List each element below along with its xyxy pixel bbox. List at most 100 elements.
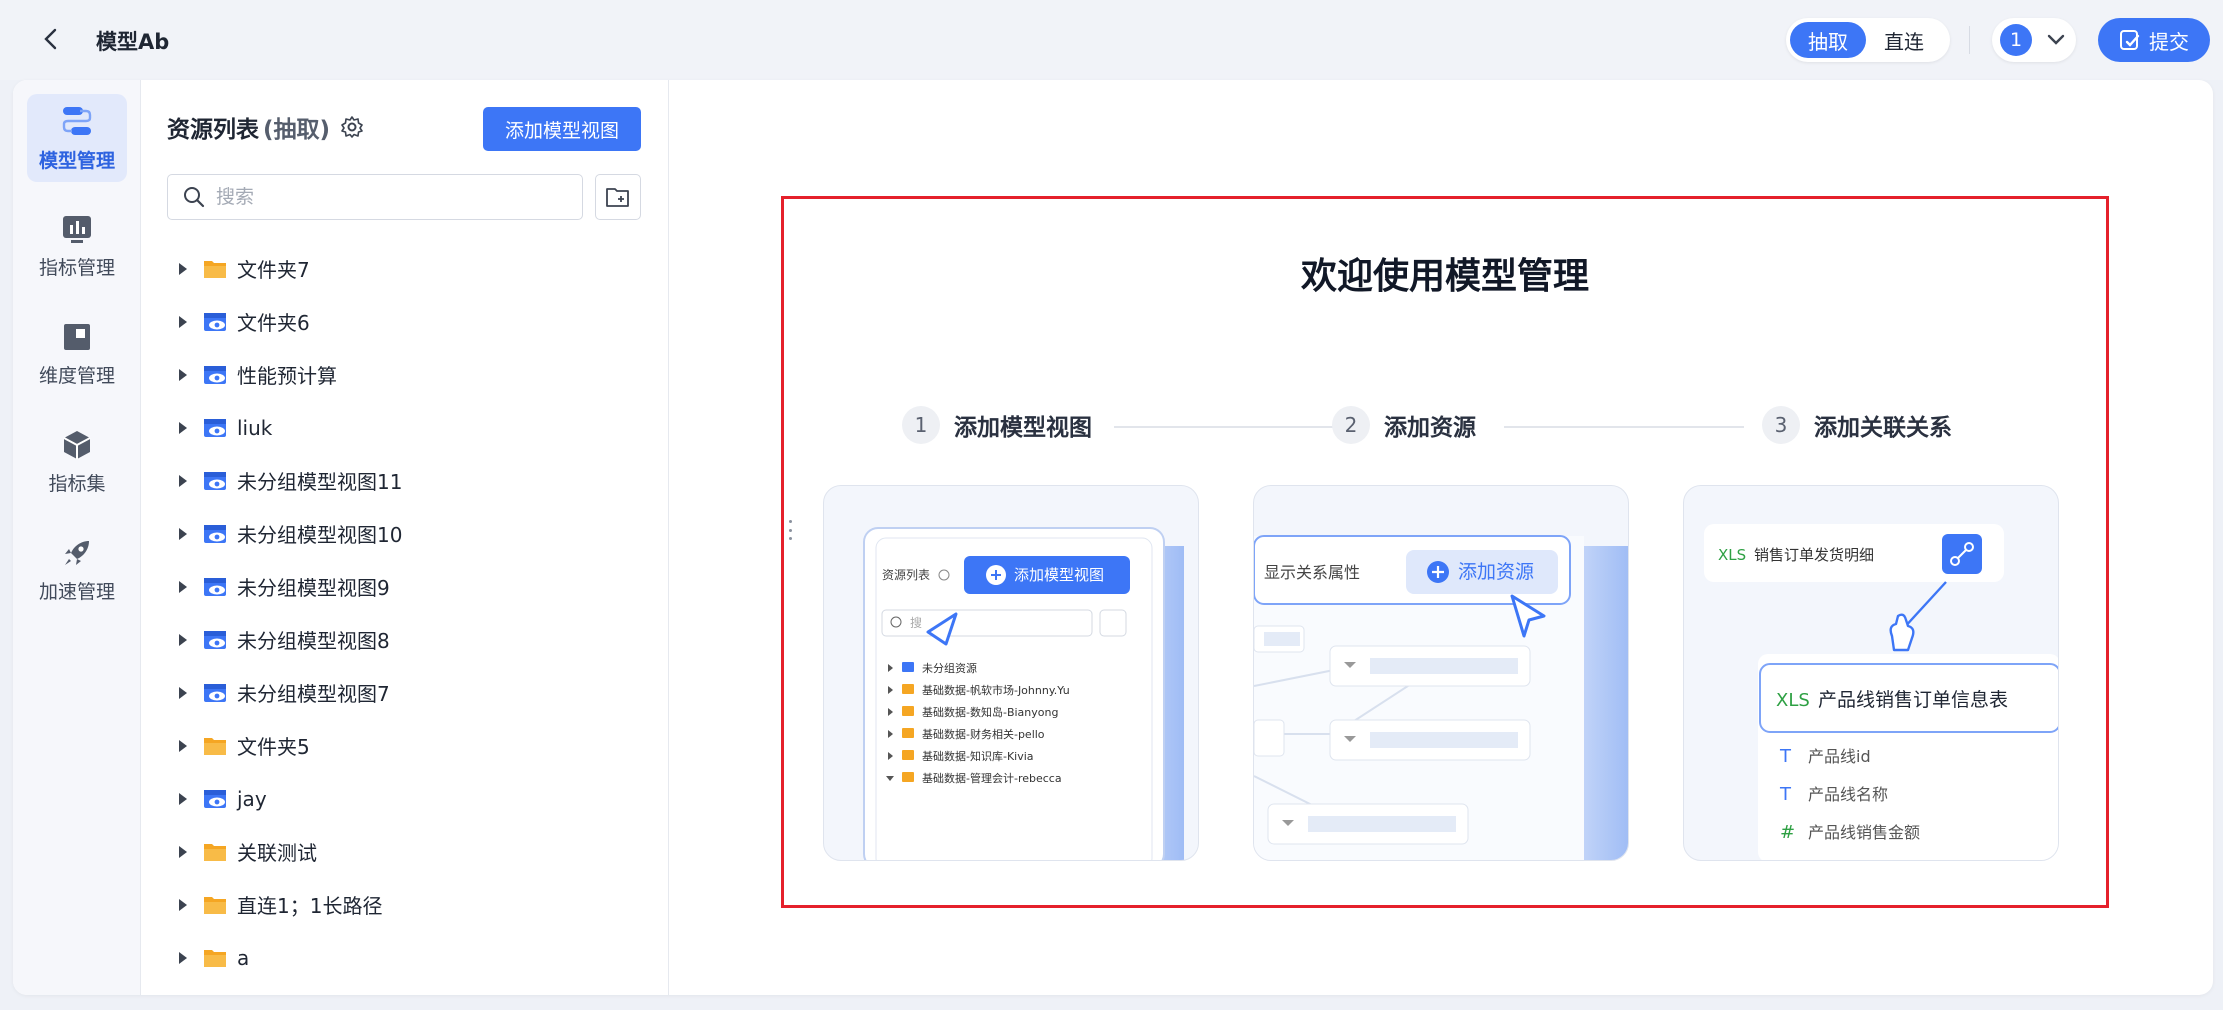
svg-text:未分组资源: 未分组资源 <box>922 661 977 675</box>
tree-item[interactable]: 未分组模型视图10 <box>179 507 639 560</box>
model-view-icon <box>204 577 226 596</box>
nav-item-dimension[interactable]: 维度管理 <box>27 310 127 398</box>
card3-small-table: 销售订单发货明细 <box>1754 546 1874 564</box>
tree-item[interactable]: 性能预计算 <box>179 348 639 401</box>
expand-caret-icon[interactable] <box>179 368 187 381</box>
expand-caret-icon[interactable] <box>179 686 187 699</box>
tree-item-label: a <box>237 945 250 970</box>
rocket-icon <box>65 540 89 565</box>
tree-item[interactable]: 文件夹6 <box>179 295 639 348</box>
tree-item[interactable]: 文件夹7 <box>179 242 639 295</box>
mode-direct-button[interactable]: 直连 <box>1866 22 1942 58</box>
svg-text:基础数据-知识库-Kivia: 基础数据-知识库-Kivia <box>922 749 1034 763</box>
expand-caret-icon[interactable] <box>179 527 187 540</box>
expand-caret-icon[interactable] <box>179 315 187 328</box>
mode-extract-button[interactable]: 抽取 <box>1790 22 1866 58</box>
step-1: 1 添加模型视图 <box>902 406 1092 444</box>
expand-caret-icon[interactable] <box>179 739 187 752</box>
left-nav: 模型管理 指标管理 维度管理 指标集 加速管理 <box>13 80 141 995</box>
step-label: 添加资源 <box>1384 415 1476 441</box>
app-title: 模型Ab <box>96 30 170 54</box>
tree-item[interactable]: 未分组模型视图11 <box>179 454 639 507</box>
gear-icon[interactable] <box>340 115 364 139</box>
tree-item-label: 未分组模型视图7 <box>237 682 390 706</box>
tree-item-label: 未分组模型视图11 <box>237 470 403 494</box>
card3-big-badge: XLS <box>1776 690 1810 711</box>
tree-item-label: 性能预计算 <box>237 364 337 388</box>
nav-label: 模型管理 <box>38 149 115 172</box>
version-number: 1 <box>2000 24 2032 56</box>
folder-icon <box>204 896 226 914</box>
tree-item-label: 关联测试 <box>237 841 317 865</box>
cube-icon <box>63 430 91 459</box>
expand-caret-icon[interactable] <box>179 421 187 434</box>
svg-text:基础数据-帆软市场-Johnny.Yu: 基础数据-帆软市场-Johnny.Yu <box>922 683 1070 697</box>
tree-item-label: 未分组模型视图8 <box>237 629 390 653</box>
main-card: 模型管理 指标管理 维度管理 指标集 加速管理 资源列表 (抽取) 添加模型视图… <box>13 80 2213 995</box>
card3-big-table: 产品线销售订单信息表 <box>1818 689 2008 711</box>
nav-label: 维度管理 <box>38 364 115 387</box>
expand-caret-icon[interactable] <box>179 580 187 593</box>
tree-item[interactable]: 未分组模型视图9 <box>179 560 639 613</box>
model-view-icon <box>204 312 226 331</box>
tree-item[interactable]: 未分组模型视图8 <box>179 613 639 666</box>
tree-item-label: 文件夹7 <box>237 258 310 282</box>
nav-item-model[interactable]: 模型管理 <box>27 94 127 182</box>
tree-item-label: jay <box>237 786 267 811</box>
tree-item-label: 文件夹6 <box>237 311 310 335</box>
tree-item[interactable]: 关联测试 <box>179 825 639 878</box>
folder-plus-icon <box>606 188 629 207</box>
folder-icon <box>204 737 226 755</box>
card3-small-badge: XLS <box>1718 546 1746 564</box>
resource-panel: 资源列表 (抽取) 添加模型视图 文件夹7 文件夹6 性能预计算 liuk 未分组模型视… <box>141 80 792 995</box>
card1-panel-title: 资源列表 <box>882 568 930 582</box>
mode-toggle: 抽取 直连 <box>1786 18 1950 62</box>
model-view-icon <box>204 524 226 543</box>
svg-text:T: T <box>1779 784 1792 805</box>
add-model-view-button[interactable]: 添加模型视图 <box>483 107 641 151</box>
expand-caret-icon[interactable] <box>179 792 187 805</box>
tree-item-label: liuk <box>237 415 273 440</box>
metric-chart-icon <box>63 215 91 243</box>
version-select[interactable]: 1 <box>1992 18 2076 62</box>
svg-text:基础数据-数知岛-Bianyong: 基础数据-数知岛-Bianyong <box>922 705 1058 719</box>
new-folder-button[interactable] <box>595 174 641 220</box>
expand-caret-icon[interactable] <box>179 262 187 275</box>
tree-item[interactable]: 文件夹5 <box>179 719 639 772</box>
model-view-icon <box>204 418 226 437</box>
illustration-card-add-relation: XLS 销售订单发货明细 XLS 产品线销售订单信息表 T 产品线id T 产品线名称… <box>1683 485 2059 861</box>
tree-item[interactable]: liuk <box>179 401 639 454</box>
tree-item[interactable]: a <box>179 931 639 984</box>
model-view-icon <box>204 789 226 808</box>
expand-caret-icon[interactable] <box>179 898 187 911</box>
back-button[interactable] <box>36 24 66 54</box>
expand-caret-icon[interactable] <box>179 633 187 646</box>
illustration-card-add-view: 资源列表 添加模型视图 搜 未分组资源 基础数据-帆软市场-Johnny.Yu 基础… <box>823 485 1199 861</box>
step-2: 2 添加资源 <box>1332 406 1476 444</box>
card1-button-text: 添加模型视图 <box>1014 566 1104 584</box>
nav-item-metric[interactable]: 指标管理 <box>27 202 127 290</box>
search-input[interactable] <box>216 186 556 208</box>
resource-title: 资源列表 (抽取) <box>167 110 330 144</box>
expand-caret-icon[interactable] <box>179 951 187 964</box>
expand-caret-icon[interactable] <box>179 474 187 487</box>
card2-label-text: 显示关系属性 <box>1264 563 1360 582</box>
tree-item[interactable]: jay <box>179 772 639 825</box>
step-number: 2 <box>1332 406 1370 444</box>
submit-button[interactable]: 提交 <box>2098 18 2210 62</box>
folder-icon <box>204 260 226 278</box>
tree-item[interactable]: 直连1；1长路径 <box>179 878 639 931</box>
svg-text:基础数据-财务相关-pello: 基础数据-财务相关-pello <box>922 727 1045 741</box>
nav-item-acceleration[interactable]: 加速管理 <box>27 526 127 614</box>
resource-tree: 文件夹7 文件夹6 性能预计算 liuk 未分组模型视图11 未分组模型视图10 未分组模型… <box>179 242 639 984</box>
nav-label: 指标集 <box>48 472 106 495</box>
expand-caret-icon[interactable] <box>179 845 187 858</box>
step-number: 3 <box>1762 406 1800 444</box>
tree-item-label: 未分组模型视图10 <box>237 523 403 547</box>
step-connector <box>1504 426 1744 428</box>
welcome-section: 欢迎使用模型管理 1 添加模型视图 2 添加资源 3 添加关联关系 资源列表 添… <box>781 196 2109 908</box>
tree-item[interactable]: 未分组模型视图7 <box>179 666 639 719</box>
search-box <box>167 174 583 220</box>
nav-item-metric-set[interactable]: 指标集 <box>27 418 127 506</box>
model-view-icon <box>204 630 226 649</box>
